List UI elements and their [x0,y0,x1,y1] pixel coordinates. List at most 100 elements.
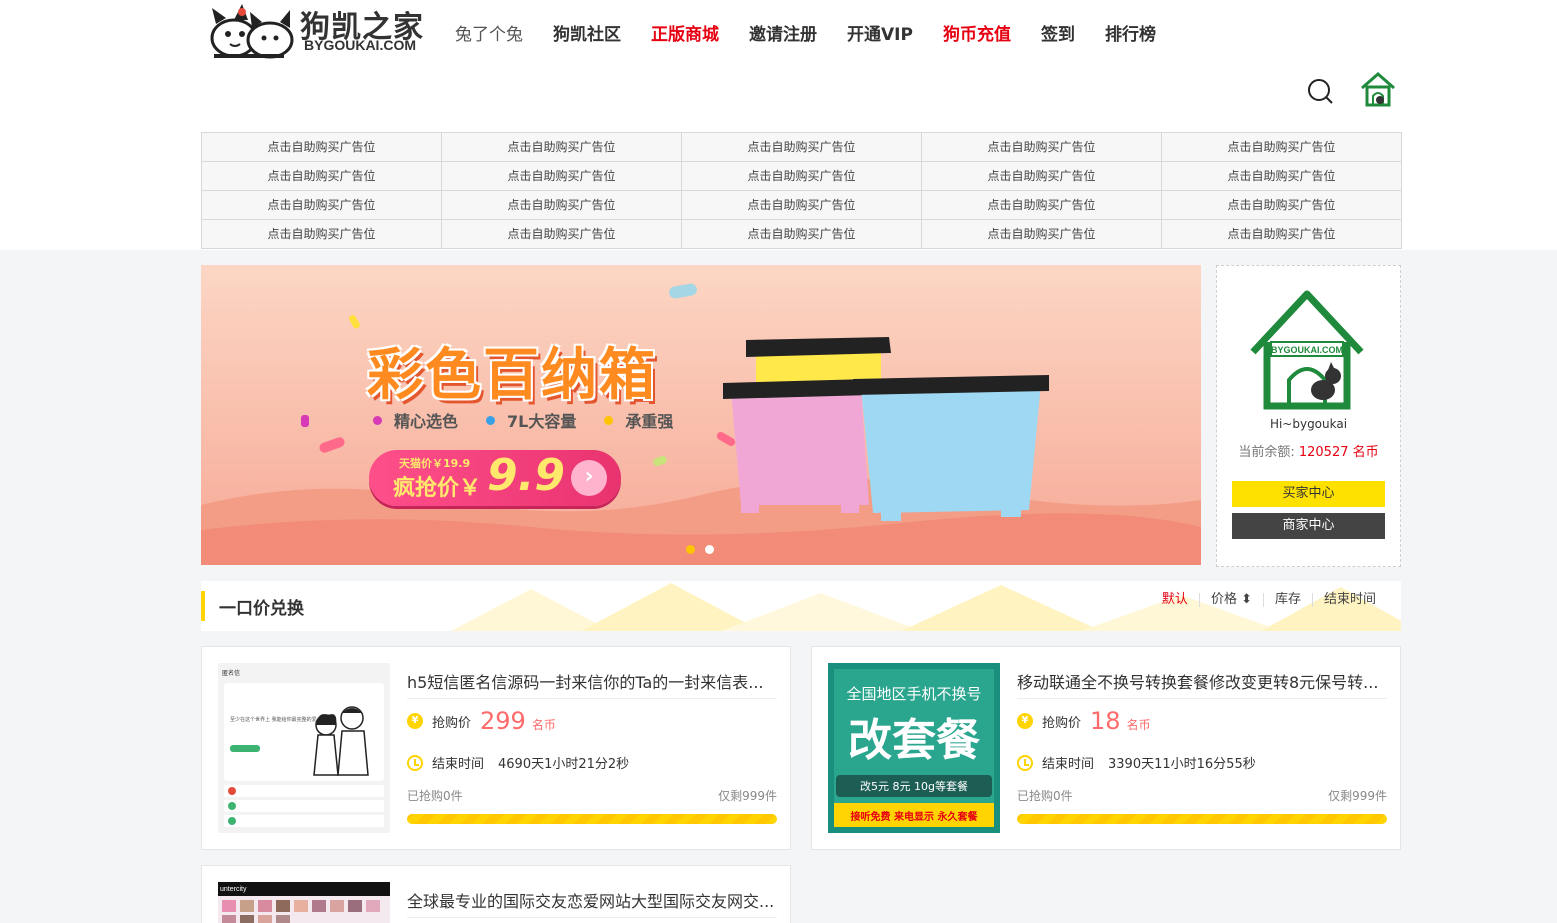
thumb-brand-text: untercity [220,886,247,893]
clock-icon [1017,754,1033,771]
dog-cat-logo-icon [210,4,294,59]
doghouse-logo-text: BYGOUKAI.COM [1271,345,1343,355]
arrow-right-icon[interactable]: › [571,460,607,496]
balance-label: 当前余额: [1238,445,1295,460]
price-unit: 名币 [531,717,556,732]
nav-item-checkin[interactable]: 签到 [1026,20,1090,45]
ad-slot[interactable]: 点击自助购买广告位 [202,133,442,162]
remaining-count: 仅剩999件 [718,789,777,803]
price-label: 抢购价 [432,715,472,731]
product-card[interactable]: 匿名信 至少在这个世界上 我能给你最完整的爱 h5短信匿名信源码一封来信你的Ta… [201,646,791,850]
search-button[interactable] [1305,76,1335,106]
site-header: 狗凯之家 BYGOUKAI.COM 兔了个兔 狗凯社区 正版商城 邀请注册 开通… [0,0,1557,250]
doghouse-logo-icon: BYGOUKAI.COM [1250,290,1364,410]
product-title[interactable]: 全球最专业的国际交友恋爱网站大型国际交友网交... [407,888,777,912]
nav-item-invite[interactable]: 邀请注册 [734,20,832,45]
ad-slot[interactable]: 点击自助购买广告位 [1162,133,1402,162]
sort-default[interactable]: 默认 [1151,593,1199,607]
nav-item-recharge[interactable]: 狗币充值 [928,20,1026,45]
anonymous-letter-thumb: 匿名信 至少在这个世界上 我能给你最完整的爱 [218,663,390,833]
sort-price[interactable]: 价格 ⬍ [1198,593,1263,607]
user-balance: 当前余额: 120527 名币 [1217,441,1400,460]
section-title: 一口价兑换 [219,599,304,619]
yen-coin-icon: ¥ [1017,713,1033,729]
ad-slot[interactable]: 点击自助购买广告位 [202,220,442,249]
clock-icon [407,754,423,771]
nav-item-store[interactable]: 正版商城 [636,20,734,45]
ad-slot[interactable]: 点击自助购买广告位 [682,162,922,191]
product-title[interactable]: h5短信匿名信源码一封来信你的Ta的一封来信表... [407,669,777,693]
end-time-label: 结束时间 [1042,757,1095,772]
ad-slot[interactable]: 点击自助购买广告位 [922,191,1162,220]
sort-stock[interactable]: 库存 [1262,593,1312,607]
balance-value: 120527 [1298,445,1349,460]
product-title[interactable]: 移动联通全不换号转换套餐修改变更转8元保号转... [1017,669,1387,693]
remaining-count: 仅剩999件 [1328,789,1387,803]
bullet-dot-icon [486,415,496,425]
product-thumbnail[interactable]: untercity [218,882,390,923]
ad-slot[interactable]: 点击自助购买广告位 [682,191,922,220]
ad-slot[interactable]: 点击自助购买广告位 [442,191,682,220]
feature-text: 承重强 [625,412,674,431]
ad-slot[interactable]: 点击自助购买广告位 [922,133,1162,162]
banner-title: 彩色百纳箱 [367,343,657,408]
nav-item-vip[interactable]: 开通VIP [832,20,928,45]
divider [407,698,777,699]
section-header: 一口价兑换 默认 价格 ⬍ 库存 结束时间 [201,581,1401,631]
ad-slot[interactable]: 点击自助购买广告位 [922,162,1162,191]
price-row: ¥ 抢购价 299 名币 [407,707,556,735]
search-icon [1308,79,1333,104]
logo-subtitle: BYGOUKAI.COM [304,37,416,53]
product-thumbnail[interactable]: 匿名信 至少在这个世界上 我能给你最完整的爱 [218,663,390,833]
user-home-button[interactable] [1358,70,1398,110]
ad-slot[interactable]: 点击自助购买广告位 [202,162,442,191]
ad-slot[interactable]: 点击自助购买广告位 [1162,162,1402,191]
deal-price: 9.9 [487,450,565,501]
user-avatar: BYGOUKAI.COM [1249,290,1365,410]
product-card[interactable]: 全国地区手机不换号 改套餐 改5元 8元 10g等套餐 接听免费 来电显示 永久… [811,646,1401,850]
nav-item-community[interactable]: 狗凯社区 [538,20,636,45]
price-value: 18 [1090,707,1121,735]
ad-slot[interactable]: 点击自助购买广告位 [682,220,922,249]
stock-progress-bar [1017,814,1387,824]
thumb-mid-text: 改5元 8元 10g等套餐 [860,779,968,793]
product-card[interactable]: untercity 全球最专业的国际交友恋爱网站大型国际交友网交... [201,865,791,923]
thumb-bottom-text: 接听免费 来电显示 永久套餐 [851,810,979,823]
stock-progress-bar [407,814,777,824]
price-label: 抢购价 [1042,715,1082,731]
banner-feature: 精心选色 [373,408,458,432]
banner-pagination [686,545,714,554]
banner-dot-active[interactable] [686,545,695,554]
stock-row: 已抢购0件 仅剩999件 [1017,787,1387,804]
thumb-top-text: 全国地区手机不换号 [846,685,981,703]
product-thumbnail[interactable]: 全国地区手机不换号 改套餐 改5元 8元 10g等套餐 接听免费 来电显示 永久… [828,663,1000,833]
ad-slot[interactable]: 点击自助购买广告位 [442,162,682,191]
home-icon [1361,72,1395,107]
ad-slot[interactable]: 点击自助购买广告位 [442,220,682,249]
promo-banner[interactable]: 彩色百纳箱 精心选色 7L大容量 承重强 天猫价￥19.9 疯抢价￥ 9.9 › [201,265,1201,565]
bullet-dot-icon [604,415,614,425]
nav-item-rabbit[interactable]: 兔了个兔 [440,20,538,45]
banner-feature: 7L大容量 [486,408,576,432]
yen-coin-icon: ¥ [407,713,423,729]
ad-slot[interactable]: 点击自助购买广告位 [1162,220,1402,249]
sort-end-time[interactable]: 结束时间 [1311,593,1387,607]
stock-row: 已抢购0件 仅剩999件 [407,787,777,804]
ad-slot[interactable]: 点击自助购买广告位 [442,133,682,162]
nav-item-ranking[interactable]: 排行榜 [1090,20,1171,45]
end-time-row: 结束时间 3390天11小时16分55秒 [1017,753,1256,772]
seller-center-button[interactable]: 商家中心 [1232,513,1385,539]
ad-slot-grid: 点击自助购买广告位 点击自助购买广告位 点击自助购买广告位 点击自助购买广告位 点击自助… [201,132,1402,249]
ad-slot[interactable]: 点击自助购买广告位 [682,133,922,162]
banner-dot[interactable] [705,545,714,554]
divider [407,917,777,918]
ad-slot[interactable]: 点击自助购买广告位 [1162,191,1402,220]
thumb-header-text: 匿名信 [222,669,240,677]
banner-background [201,265,1201,565]
buyer-center-button[interactable]: 买家中心 [1232,481,1385,507]
site-logo[interactable]: 狗凯之家 BYGOUKAI.COM [204,0,436,62]
ad-slot[interactable]: 点击自助购买广告位 [202,191,442,220]
ad-slot[interactable]: 点击自助购买广告位 [922,220,1162,249]
balance-unit: 名币 [1352,445,1379,460]
banner-price-pill[interactable]: 天猫价￥19.9 疯抢价￥ 9.9 › [369,450,621,506]
